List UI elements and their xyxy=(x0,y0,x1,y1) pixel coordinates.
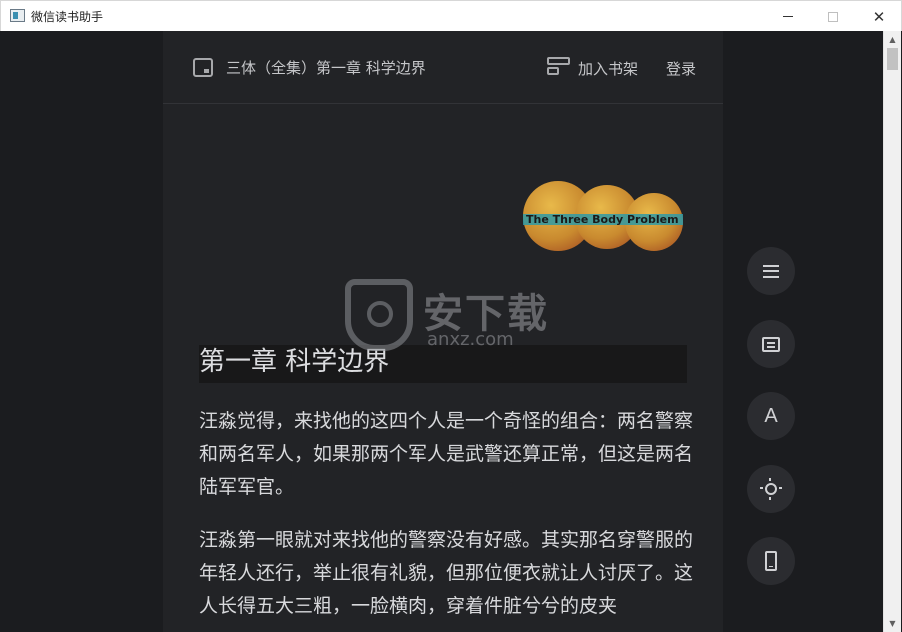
vertical-scrollbar[interactable]: ▲ ▼ xyxy=(883,31,901,632)
bookshelf-icon[interactable] xyxy=(547,57,570,77)
scroll-thumb[interactable] xyxy=(887,48,898,70)
minimize-button[interactable] xyxy=(765,1,811,32)
login-button[interactable]: 登录 xyxy=(666,58,696,79)
add-to-shelf-button[interactable]: 加入书架 xyxy=(578,58,638,79)
brightness-button[interactable] xyxy=(747,465,795,513)
close-icon: ✕ xyxy=(872,7,886,26)
app-icon xyxy=(10,9,25,22)
send-to-phone-button[interactable] xyxy=(747,537,795,585)
maximize-button[interactable] xyxy=(810,1,856,32)
comment-icon xyxy=(762,336,780,352)
brightness-icon xyxy=(760,478,782,500)
phone-icon xyxy=(765,551,777,571)
scroll-up-arrow[interactable]: ▲ xyxy=(884,31,901,48)
notes-button[interactable] xyxy=(747,320,795,368)
book-icon[interactable] xyxy=(193,58,213,77)
menu-icon xyxy=(763,264,779,278)
cover-text: The Three Body Problem xyxy=(526,213,679,226)
close-button[interactable]: ✕ xyxy=(856,1,902,32)
toc-button[interactable] xyxy=(747,247,795,295)
watermark: 安下载 anxz.com xyxy=(345,275,575,355)
book-title[interactable]: 三体（全集）第一章 科学边界 xyxy=(226,57,426,78)
font-icon: A xyxy=(764,404,778,427)
maximize-icon xyxy=(828,11,838,22)
window-titlebar: 微信读书助手 ✕ xyxy=(0,0,902,31)
shield-icon xyxy=(345,279,413,351)
font-settings-button[interactable]: A xyxy=(747,392,795,440)
watermark-url: anxz.com xyxy=(427,329,514,350)
chapter-paragraph: 汪淼第一眼就对来找他的警察没有好感。其实那名穿警服的年轻人还行，举止很有礼貌，但… xyxy=(199,529,694,617)
scroll-down-arrow[interactable]: ▼ xyxy=(884,615,901,632)
chapter-paragraph: 汪淼觉得，来找他的这四个人是一个奇怪的组合：两名警察和两名军人，如果那两个军人是… xyxy=(199,410,694,498)
book-cover-image: The Three Body Problem xyxy=(523,181,693,261)
window-title: 微信读书助手 xyxy=(31,10,104,24)
reader-topbar: 三体（全集）第一章 科学边界 加入书架 登录 xyxy=(163,31,723,104)
minimize-icon xyxy=(783,16,793,17)
